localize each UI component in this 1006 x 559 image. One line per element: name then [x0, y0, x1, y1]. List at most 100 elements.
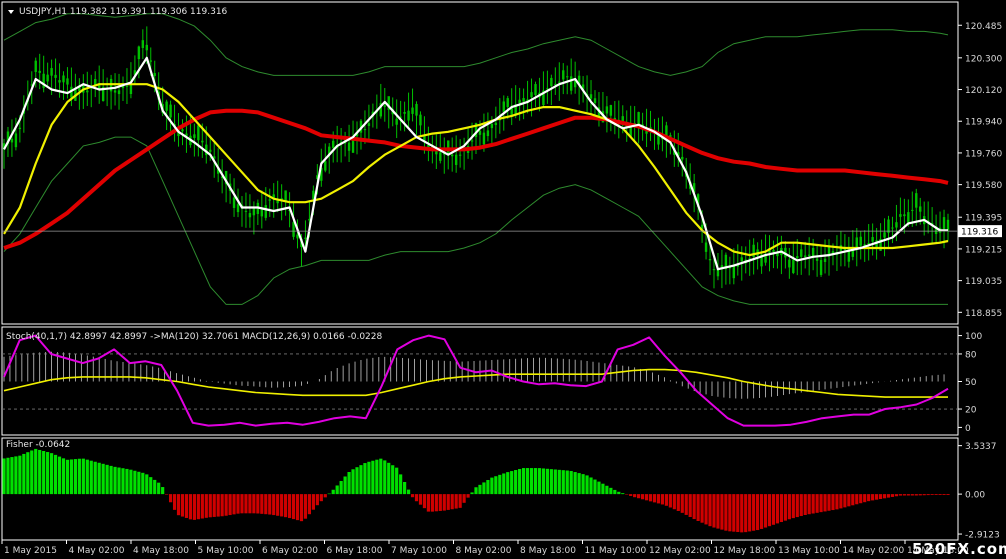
- stoch-tick-label: 50: [965, 378, 977, 388]
- candle-body: [788, 259, 791, 268]
- fisher-bar: [708, 494, 712, 527]
- candle-body: [478, 130, 482, 135]
- candle-body: [494, 122, 498, 126]
- fisher-bar: [759, 494, 764, 529]
- fisher-bar: [113, 466, 117, 495]
- candle-body: [891, 227, 894, 229]
- candle-body: [946, 219, 950, 231]
- candle-body: [681, 156, 684, 160]
- fisher-bar: [85, 459, 89, 495]
- fisher-bar: [577, 473, 581, 495]
- fisher-bar: [18, 455, 22, 495]
- fisher-bar: [38, 449, 42, 495]
- fisher-bar: [69, 459, 74, 495]
- fisher-bar: [252, 494, 256, 514]
- fisher-bar: [736, 494, 740, 533]
- candle-body: [704, 242, 708, 252]
- fisher-bar: [141, 472, 145, 495]
- fisher-bar: [549, 469, 553, 495]
- fisher-bar: [926, 494, 930, 496]
- trading-chart[interactable]: 120.485 120.300 120.120 119.940 119.760 119.5…: [0, 0, 1006, 559]
- fisher-bar: [930, 494, 934, 495]
- fisher-bar: [934, 494, 938, 495]
- fisher-bar: [502, 473, 506, 495]
- fisher-bar: [426, 494, 431, 512]
- candle-body: [800, 249, 803, 257]
- fisher-bar: [204, 494, 208, 518]
- fisher-bar: [922, 494, 926, 496]
- fisher-bar: [791, 494, 795, 519]
- fisher-bar: [637, 494, 641, 499]
- fisher-bar: [42, 451, 46, 495]
- candle-body: [522, 98, 525, 102]
- fisher-bar: [835, 494, 839, 510]
- fisher-bar: [763, 494, 768, 528]
- fisher-bar: [839, 494, 843, 509]
- fisher-bar: [684, 494, 688, 515]
- fisher-bar: [284, 494, 288, 518]
- fisher-bar: [414, 494, 419, 502]
- candle-body: [232, 197, 236, 208]
- fisher-bar: [117, 467, 121, 495]
- fisher-bar: [327, 493, 331, 495]
- stoch-tick-label: 20: [965, 406, 977, 416]
- fisher-bar: [434, 494, 438, 512]
- fisher-bar: [73, 459, 77, 495]
- fisher-bar: [597, 481, 601, 495]
- fisher-bar: [387, 462, 391, 495]
- candle-body: [855, 237, 858, 247]
- candle-body: [383, 105, 386, 107]
- fisher-bar: [208, 494, 212, 518]
- fisher-bar: [494, 476, 498, 495]
- fisher-bar: [779, 494, 784, 523]
- fisher-bar: [613, 489, 617, 495]
- fisher-bar: [315, 494, 319, 506]
- watermark-text: 520FX.com: [912, 540, 1006, 558]
- fisher-bar: [260, 494, 264, 514]
- fisher-bar: [529, 468, 534, 495]
- fisher-bar: [593, 479, 597, 495]
- price-tick-label: 120.300: [965, 54, 1002, 64]
- fisher-bar: [470, 492, 474, 495]
- fisher-bar: [22, 453, 26, 495]
- candle-body: [819, 260, 823, 275]
- time-tick-label: 12 May 18:00: [714, 546, 776, 556]
- candle-body: [439, 152, 442, 161]
- fisher-bar: [783, 494, 787, 521]
- fisher-bar: [97, 462, 101, 495]
- fisher-bar: [176, 494, 181, 516]
- fisher-bar: [438, 494, 442, 511]
- fisher-bar: [422, 494, 427, 509]
- candle-body: [113, 90, 117, 93]
- candle-body: [137, 46, 141, 60]
- fisher-bar: [395, 467, 399, 495]
- fisher-bar: [859, 494, 863, 504]
- fisher-bar: [256, 494, 260, 514]
- fisher-bar: [617, 491, 621, 495]
- candle-body: [34, 60, 37, 72]
- fisher-bar: [89, 460, 93, 495]
- candle-body: [66, 78, 69, 85]
- time-tick-label: 6 May 02:00: [262, 546, 318, 556]
- fisher-bar: [65, 459, 70, 495]
- candle-body: [419, 114, 422, 126]
- candle-body: [593, 98, 597, 103]
- fisher-bar: [216, 494, 220, 517]
- fisher-bar: [676, 494, 680, 511]
- fisher-bar: [775, 494, 780, 524]
- fisher-bar: [629, 494, 633, 496]
- fisher-bar: [462, 494, 466, 503]
- candle-body: [796, 256, 799, 259]
- fisher-bar: [541, 468, 546, 495]
- fisher-bar: [192, 494, 196, 520]
- fisher-bar: [732, 494, 736, 532]
- fisher-bar: [847, 494, 851, 507]
- candle-body: [621, 116, 624, 122]
- time-tick-label: 7 May 10:00: [391, 546, 447, 556]
- fisher-bar: [331, 489, 335, 495]
- fisher-bar: [339, 480, 343, 495]
- fisher-bar: [2, 458, 6, 495]
- fisher-bar: [510, 471, 514, 495]
- candle-body: [605, 106, 609, 114]
- fisher-bar: [728, 494, 732, 532]
